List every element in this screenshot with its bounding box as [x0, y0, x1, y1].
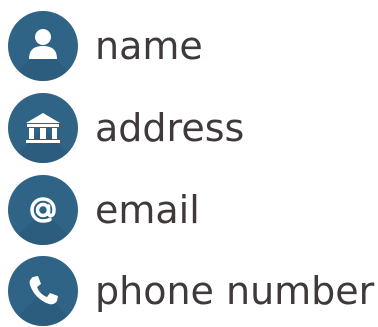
list-item-phone-number: phone number — [8, 255, 378, 327]
list-item-email: email — [8, 174, 378, 246]
person-icon — [8, 11, 78, 81]
field-label-address: address — [95, 106, 245, 150]
field-label-phone-number: phone number — [95, 269, 375, 313]
list-item-address: address — [8, 92, 378, 164]
contact-fields-list: name address email phone number — [0, 0, 378, 326]
field-label-email: email — [95, 188, 200, 232]
phone-icon — [8, 256, 78, 326]
at-sign-icon — [8, 175, 78, 245]
building-icon — [8, 93, 78, 163]
field-label-name: name — [95, 24, 203, 68]
list-item-name: name — [8, 10, 378, 82]
